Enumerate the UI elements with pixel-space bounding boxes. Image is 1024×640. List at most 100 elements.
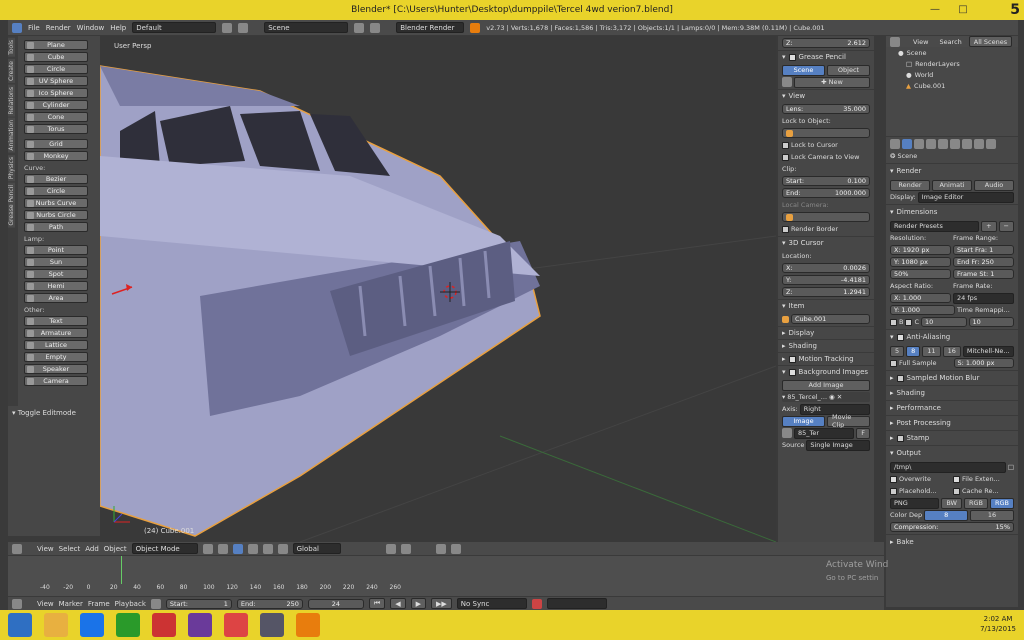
app-icon-3[interactable] (260, 613, 284, 637)
world-tab-icon[interactable] (938, 139, 948, 149)
record-icon[interactable] (531, 598, 542, 609)
tl-menu-frame[interactable]: Frame (88, 600, 110, 608)
item-name-field[interactable]: Cube.001 (791, 314, 870, 324)
output-panel-header[interactable]: ▾ Output (886, 445, 1018, 460)
maximize-icon[interactable]: □ (950, 2, 976, 16)
performance-panel[interactable]: ▸ Performance (886, 400, 1018, 415)
timeline-editor-icon[interactable] (12, 598, 22, 609)
mesh-grid-button[interactable]: Grid (24, 139, 88, 149)
frame-end-field[interactable]: End Fr: 250 (953, 257, 1014, 267)
curve-bezier-button[interactable]: Bezier (24, 174, 88, 184)
curve-nurbs-curve-button[interactable]: Nurbs Curve (24, 198, 88, 208)
add-image-button[interactable]: Add Image (782, 379, 870, 391)
keying-set-field[interactable] (546, 598, 607, 609)
outliner-search-menu[interactable]: Search (939, 38, 961, 46)
cache-result-checkbox[interactable] (953, 487, 960, 495)
manipulator-icon[interactable] (232, 543, 243, 554)
scale-icon[interactable] (277, 543, 288, 554)
start-button-icon[interactable] (8, 613, 32, 637)
mesh-ico-sphere-button[interactable]: Ico Sphere (24, 88, 88, 98)
snap-icon[interactable] (435, 543, 446, 554)
display-panel-header[interactable]: ▸ Display (778, 326, 874, 339)
render-border-checkbox[interactable] (782, 225, 789, 233)
other-armature-button[interactable]: Armature (24, 328, 88, 338)
anti-aliasing-panel[interactable]: ▾ Anti-Aliasing (886, 329, 1018, 344)
post-processing-panel[interactable]: ▸ Post Processing (886, 415, 1018, 430)
app-icon-1[interactable] (152, 613, 176, 637)
rotate-icon[interactable] (262, 543, 273, 554)
current-frame-field[interactable]: 24 (307, 598, 364, 609)
mesh-uv-sphere-button[interactable]: UV Sphere (24, 76, 88, 86)
animation-button[interactable]: Animati (932, 179, 972, 191)
fake-user-button[interactable]: F (856, 427, 870, 439)
grease-pencil-checkbox[interactable] (788, 53, 796, 61)
remap-old-field[interactable]: 10 (921, 317, 967, 327)
other-empty-button[interactable]: Empty (24, 352, 88, 362)
audio-button[interactable]: Audio (974, 179, 1014, 191)
pivot-point-icon[interactable] (217, 543, 228, 554)
timeline[interactable]: -40 -20 0 20 40 60 80 100 120 140 160 180 200 220 240 2… (8, 556, 884, 596)
resolution-percentage-field[interactable]: 50% (890, 269, 951, 279)
outliner-row-world[interactable]: World (915, 71, 934, 79)
frame-start-field[interactable]: Start Fra: 1 (953, 245, 1014, 255)
layers-icon[interactable] (385, 543, 396, 554)
3d-view-editor-icon[interactable] (12, 543, 22, 554)
play-icon[interactable]: ▶ (410, 598, 426, 609)
outliner-row-cube[interactable]: Cube.001 (914, 82, 945, 90)
n-panel-scrollbar[interactable] (875, 36, 883, 542)
image-tab-button[interactable]: Image (782, 415, 825, 427)
anti-aliasing-checkbox[interactable] (896, 333, 904, 341)
menu-render[interactable]: Render (46, 24, 71, 32)
clip-start-field[interactable]: Start: 0.100 (782, 176, 870, 186)
lamp-spot-button[interactable]: Spot (24, 269, 88, 279)
motion-blur-checkbox[interactable] (896, 374, 904, 382)
local-camera-field[interactable] (782, 212, 870, 222)
menu-add[interactable]: Add (85, 545, 99, 553)
border-checkbox[interactable] (890, 318, 897, 326)
render-tab-icon[interactable] (902, 139, 912, 149)
remove-preset-button[interactable]: − (998, 220, 1014, 232)
lamp-area-button[interactable]: Area (24, 293, 88, 303)
curve-path-button[interactable]: Path (24, 222, 88, 232)
tl-menu-marker[interactable]: Marker (59, 600, 83, 608)
transform-orientation-select[interactable]: Global (292, 543, 341, 554)
viewport-shading-icon[interactable] (202, 543, 213, 554)
mesh-circle-button[interactable]: Circle (24, 64, 88, 74)
add-preset-button[interactable]: + (981, 220, 997, 232)
compression-field[interactable]: Compression: 15% (890, 522, 1014, 532)
prev-keyframe-icon[interactable]: ◀ (390, 598, 406, 609)
item-panel-header[interactable]: ▾ Item (778, 299, 874, 312)
aspect-y-field[interactable]: Y: 1.000 (890, 305, 955, 315)
remove-bg-icon[interactable]: ✕ (837, 393, 842, 401)
render-display-select[interactable]: Image Editor (917, 191, 1014, 203)
menu-object[interactable]: Object (104, 545, 127, 553)
overwrite-checkbox[interactable] (890, 475, 897, 483)
top-z-field[interactable]: Z: 2.612 (782, 38, 870, 48)
mesh-torus-button[interactable]: Torus (24, 124, 88, 134)
frame-rate-select[interactable]: 24 fps (953, 292, 1014, 304)
store-icon[interactable] (116, 613, 140, 637)
shading-panel-header[interactable]: ▸ Shading (778, 339, 874, 352)
cursor-z-field[interactable]: Z: 1.2941 (782, 287, 870, 297)
other-camera-button[interactable]: Camera (24, 376, 88, 386)
app-icon-2[interactable] (188, 613, 212, 637)
object-tab-icon[interactable] (950, 139, 960, 149)
bake-panel[interactable]: ▸ Bake (886, 534, 1018, 549)
render-engine-select[interactable]: Blender Render (396, 22, 465, 33)
scene-field[interactable]: Scene (264, 22, 349, 33)
scene-tab-icon[interactable] (926, 139, 936, 149)
bg-image-name[interactable]: 85_Tercel_... (787, 393, 827, 401)
gp-scene-button[interactable]: Scene (782, 64, 825, 76)
other-lattice-button[interactable]: Lattice (24, 340, 88, 350)
crop-checkbox[interactable] (905, 318, 913, 326)
source-select[interactable]: Single Image (806, 439, 870, 451)
folder-icon[interactable]: □ (1008, 463, 1014, 471)
render-panel-header[interactable]: ▾ Render (886, 163, 1018, 178)
curve-circle-button[interactable]: Circle (24, 186, 88, 196)
outliner-row-scene[interactable]: Scene (907, 49, 927, 57)
file-explorer-icon[interactable] (44, 613, 68, 637)
lock-camera-checkbox[interactable] (782, 153, 789, 161)
material-tab-icon[interactable] (986, 139, 996, 149)
placeholders-checkbox[interactable] (890, 487, 897, 495)
minimize-icon[interactable]: — (922, 2, 948, 16)
